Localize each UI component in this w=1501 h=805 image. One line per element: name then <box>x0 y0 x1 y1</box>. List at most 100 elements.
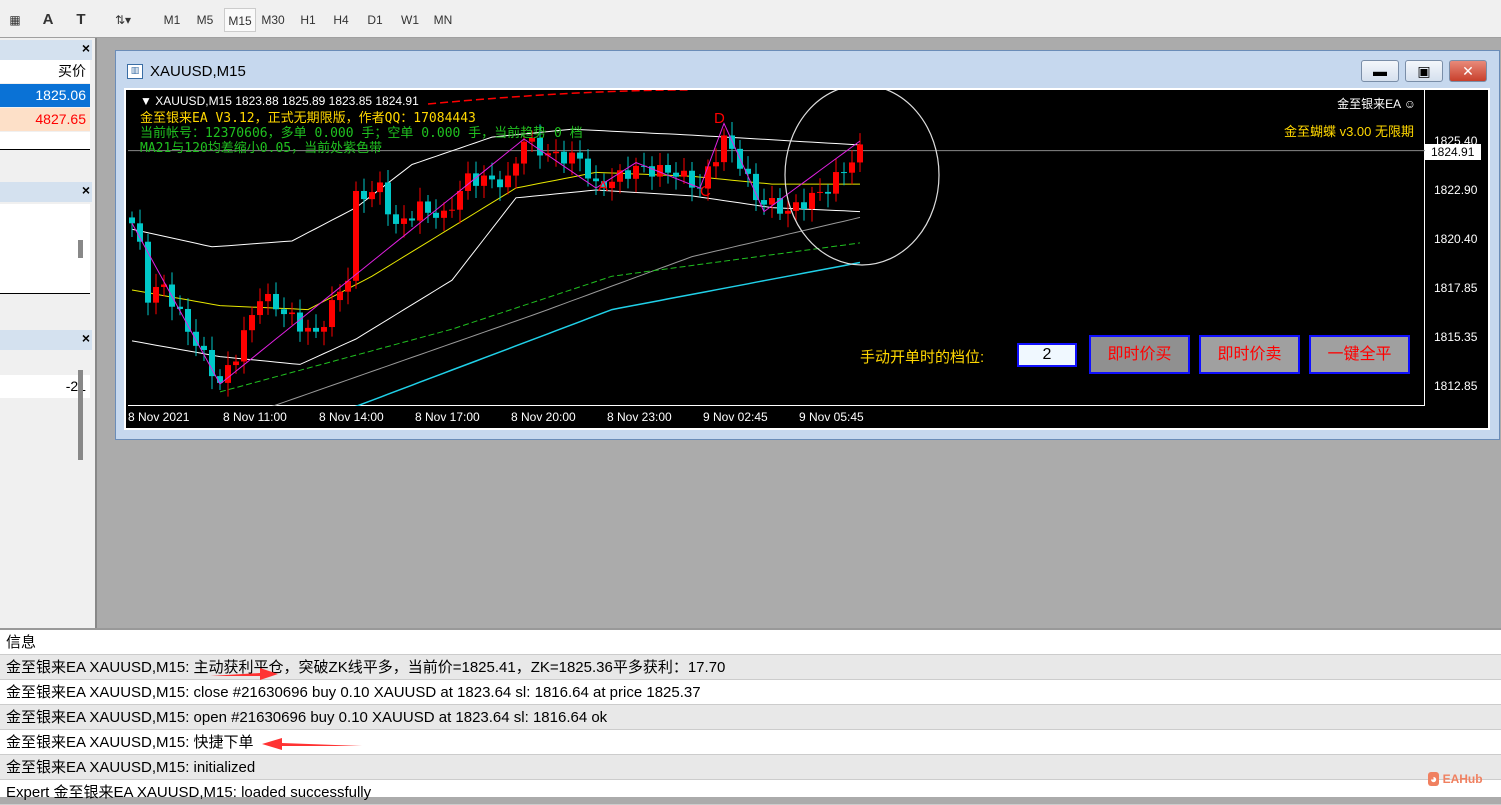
buy-now-button[interactable]: 即时价买 <box>1089 335 1190 374</box>
price-tick: 1822.90 <box>1434 183 1478 197</box>
candle-body <box>721 135 727 163</box>
log-row[interactable]: 金至银来EA XAUUSD,M15: close #21630696 buy 0… <box>0 680 1501 705</box>
experts-log: 信息 金至银来EA XAUUSD,M15: 主动获利平仓，突破ZK线平多，当前价… <box>0 628 1501 805</box>
candle-body <box>305 327 311 332</box>
log-row[interactable]: 金至银来EA XAUUSD,M15: initialized <box>0 755 1501 780</box>
candle-body <box>289 312 295 315</box>
window-title: XAUUSD,M15 <box>150 63 246 80</box>
close-button[interactable]: ✕ <box>1449 60 1487 82</box>
time-tick: 8 Nov 14:00 <box>319 410 384 424</box>
minimize-button[interactable]: ▬ <box>1361 60 1399 82</box>
candle-body <box>497 179 503 188</box>
plot-area[interactable]: ▼ XAUUSD,M15 1823.88 1825.89 1823.85 182… <box>128 84 1425 417</box>
manual-level-input[interactable]: 2 <box>1017 343 1077 367</box>
tf-w1[interactable]: W1 <box>394 8 426 32</box>
candle-body <box>449 209 455 211</box>
tf-m30[interactable]: M30 <box>257 8 289 32</box>
text-icon[interactable]: A <box>38 8 58 32</box>
collapse-triangle-icon[interactable]: ▼ <box>140 94 155 108</box>
candle-body <box>585 158 591 179</box>
candle-body <box>313 327 319 332</box>
toolbar: ▦ A T ⇅▾ M1 M5 M15 M30 H1 H4 D1 W1 MN <box>0 0 1501 38</box>
candle-body <box>817 191 823 193</box>
time-tick: 8 Nov 20:00 <box>511 410 576 424</box>
candle-body <box>489 175 495 180</box>
candle-body <box>681 170 687 177</box>
candle-body <box>825 191 831 194</box>
candle-body <box>713 162 719 167</box>
tf-h4[interactable]: H4 <box>325 8 357 32</box>
tf-m15[interactable]: M15 <box>224 8 256 32</box>
candle-body <box>513 163 519 176</box>
navigator-body <box>0 204 90 294</box>
candle-body <box>665 165 671 173</box>
market-watch-header: × <box>0 40 92 60</box>
tf-d1[interactable]: D1 <box>359 8 391 32</box>
time-tick: 8 Nov 11:00 <box>223 410 287 424</box>
text-label-icon[interactable]: T <box>70 8 92 32</box>
sell-now-button[interactable]: 即时价卖 <box>1199 335 1300 374</box>
ma-cyan-line <box>331 261 861 417</box>
value-cell: -21 <box>0 375 90 398</box>
price-tick: 1820.40 <box>1434 232 1478 246</box>
candle-body <box>257 301 263 316</box>
ea-name-label: 金至银来EA ☺ <box>1337 97 1416 111</box>
price-tick: 1812.85 <box>1434 379 1478 393</box>
candle-body <box>201 345 207 351</box>
candle-body <box>353 190 359 281</box>
pattern-label-a: A <box>598 178 609 195</box>
chart-ohlc: XAUUSD,M15 1823.88 1825.89 1823.85 1824.… <box>155 94 419 108</box>
grid-icon[interactable]: ▦ <box>4 8 26 32</box>
maximize-button[interactable]: ▣ <box>1405 60 1443 82</box>
column-bid[interactable]: 买价 <box>0 60 90 83</box>
time-tick: 8 Nov 17:00 <box>415 410 480 424</box>
ma-info-line: MA21与120均差缩小0.05，当前处紫色带 <box>140 141 383 156</box>
log-header[interactable]: 信息 <box>0 630 1501 655</box>
close-all-button[interactable]: 一键全平 <box>1309 335 1410 374</box>
candle-body <box>137 223 143 242</box>
scrollbar-thumb[interactable] <box>78 240 83 258</box>
arrows-icon[interactable]: ⇅▾ <box>106 8 140 32</box>
candle-body <box>129 217 135 224</box>
log-row[interactable]: 金至银来EA XAUUSD,M15: 快捷下单 <box>0 730 1501 755</box>
ma-yellow-line <box>131 171 860 311</box>
log-row[interactable]: Expert 金至银来EA XAUUSD,M15: loaded success… <box>0 780 1501 805</box>
candle-body <box>857 144 863 163</box>
candle-body <box>401 218 407 224</box>
candle-body <box>385 182 391 215</box>
candle-body <box>153 286 159 303</box>
candle-body <box>361 190 367 200</box>
price-tick: 1817.85 <box>1434 281 1478 295</box>
candle-body <box>441 210 447 218</box>
tf-mn[interactable]: MN <box>427 8 459 32</box>
scrollbar-thumb[interactable] <box>78 370 83 460</box>
candle-body <box>785 210 791 214</box>
candle-body <box>249 315 255 331</box>
candle-body <box>321 327 327 332</box>
candle-body <box>377 182 383 193</box>
price-chart[interactable]: ▼ XAUUSD,M15 1823.88 1825.89 1823.85 182… <box>124 84 1490 430</box>
quote-row[interactable]: 1825.06 <box>0 84 90 107</box>
tf-m5[interactable]: M5 <box>189 8 221 32</box>
candle-body <box>337 291 343 301</box>
candle-body <box>505 175 511 188</box>
quote-row[interactable]: 4827.65 <box>0 108 90 131</box>
time-tick: 8 Nov 2021 <box>128 410 190 424</box>
chart-window-icon: ▥ <box>127 64 143 79</box>
ea-subtitle: 金至蝴蝶 v3.00 无限期 <box>1283 124 1414 139</box>
highlight-circle <box>784 84 940 266</box>
close-icon[interactable]: × <box>82 330 90 346</box>
pattern-label-c: C <box>700 183 711 200</box>
close-icon[interactable]: × <box>82 40 90 56</box>
candle-body <box>801 202 807 210</box>
close-icon[interactable]: × <box>82 182 90 198</box>
tf-h1[interactable]: H1 <box>292 8 324 32</box>
candle-body <box>185 308 191 332</box>
candle-body <box>753 173 759 201</box>
tf-m1[interactable]: M1 <box>156 8 188 32</box>
left-panels: × 买价 1825.06 4827.65 × × -21 <box>0 38 97 628</box>
candle-body <box>521 141 527 164</box>
log-row[interactable]: 金至银来EA XAUUSD,M15: open #21630696 buy 0.… <box>0 705 1501 730</box>
candle-body <box>409 218 415 221</box>
candle-body <box>241 330 247 362</box>
